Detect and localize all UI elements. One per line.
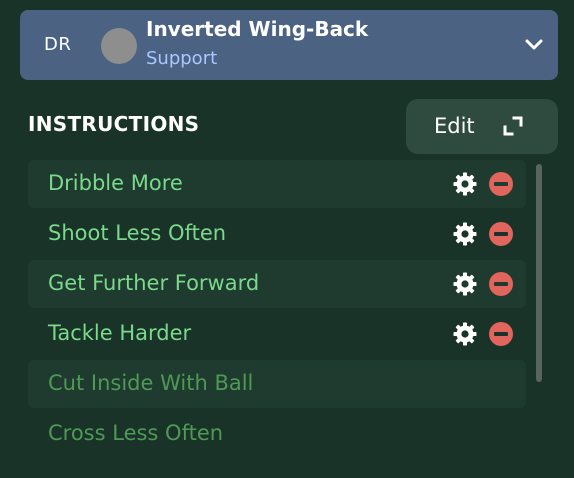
remove-icon[interactable] xyxy=(488,171,514,197)
remove-icon[interactable] xyxy=(488,271,514,297)
instruction-label: Cut Inside With Ball xyxy=(48,371,254,395)
instruction-label: Shoot Less Often xyxy=(48,221,227,245)
instruction-row-dribble-more[interactable]: Dribble More xyxy=(28,160,526,208)
remove-icon[interactable] xyxy=(488,221,514,247)
instructions-heading: INSTRUCTIONS xyxy=(28,112,200,136)
instruction-label: Tackle Harder xyxy=(48,321,192,345)
instruction-row-tackle-harder[interactable]: Tackle Harder xyxy=(28,310,526,358)
instruction-row-shoot-less-often[interactable]: Shoot Less Often xyxy=(28,210,526,258)
gear-icon[interactable] xyxy=(452,221,478,247)
instruction-label: Cross Less Often xyxy=(48,421,224,445)
role-name: Inverted Wing-Back xyxy=(146,17,369,41)
position-label: DR xyxy=(44,34,72,55)
gear-icon[interactable] xyxy=(452,271,478,297)
edit-button[interactable]: Edit xyxy=(406,99,558,154)
instruction-label: Dribble More xyxy=(48,171,183,195)
player-avatar xyxy=(101,28,137,64)
instruction-row-cross-less-often[interactable]: Cross Less Often xyxy=(28,410,526,458)
role-duty: Support xyxy=(146,48,218,69)
instruction-list: Dribble More Shoot Less Often Get Furthe… xyxy=(28,160,526,460)
edit-button-label: Edit xyxy=(434,114,475,138)
player-instructions-panel: DR Inverted Wing-Back Support INSTRUCTIO… xyxy=(0,0,574,478)
gear-icon[interactable] xyxy=(452,321,478,347)
chevron-down-icon[interactable] xyxy=(524,34,544,54)
expand-icon xyxy=(503,116,523,136)
list-scrollbar[interactable] xyxy=(536,164,542,382)
role-selector[interactable]: DR Inverted Wing-Back Support xyxy=(20,10,558,80)
instruction-row-get-further-forward[interactable]: Get Further Forward xyxy=(28,260,526,308)
gear-icon[interactable] xyxy=(452,171,478,197)
instruction-label: Get Further Forward xyxy=(48,271,260,295)
instruction-row-cut-inside-with-ball[interactable]: Cut Inside With Ball xyxy=(28,360,526,408)
remove-icon[interactable] xyxy=(488,321,514,347)
